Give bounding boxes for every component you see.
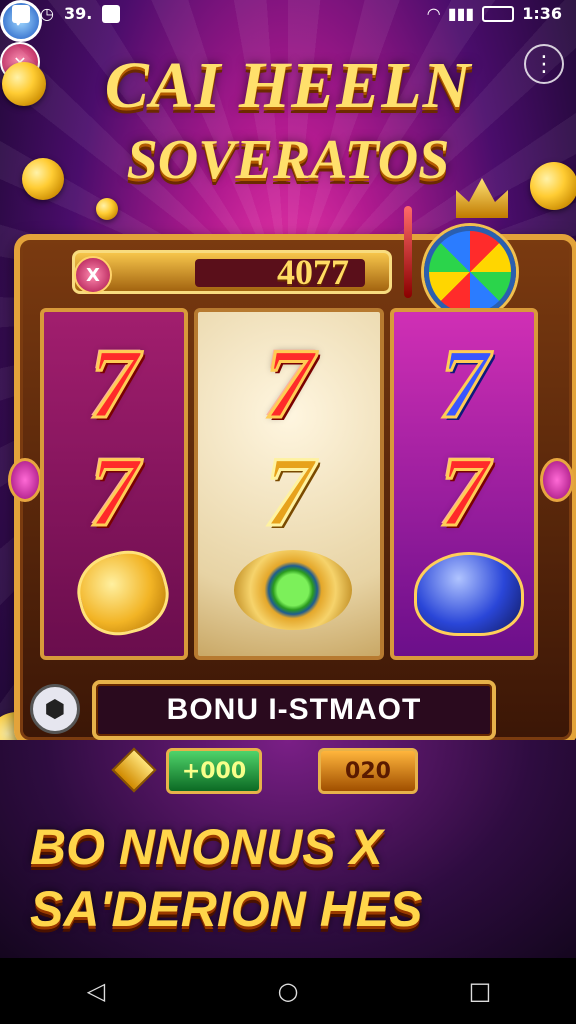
left-side-knob [8,458,42,502]
bet-green-button[interactable]: +000 [166,748,262,794]
seven-symbol: 7 [263,328,316,439]
back-button[interactable]: ◁ [66,971,126,1011]
status-bar: ◷ 39. ◠ ▮▮▮ 1:36 [0,0,576,30]
promo-line2: SA'DERION HES [30,881,423,937]
home-button[interactable]: ○ [258,971,318,1011]
sapphire-symbol [414,552,524,636]
navigation-bar: ◁ ○ □ [0,958,576,1024]
dice-icon: ⬢ [44,695,66,723]
lever-handle[interactable] [404,206,412,298]
photo-icon [102,4,121,23]
game-title-line2: SOVERATOS [126,129,450,191]
battery-icon [482,5,515,22]
fortune-wheel[interactable] [424,226,516,318]
game-title-line1: CAI HEELN [104,49,472,122]
gold-seven-symbol: 7 [263,436,316,547]
reel-center: 7 7 [194,308,384,660]
bonus-panel[interactable]: BONU I-STMAOT [92,680,496,740]
seven-symbol: 7 [88,328,141,439]
status-left-text: 39. [63,4,93,23]
coin-decoration [96,198,118,220]
seven-symbol: 7 [438,436,491,547]
bonus-label: BONU I-STMAOT [166,693,422,726]
signal-icon: ▮▮▮ [447,4,475,23]
gold-coin-symbol [68,541,178,645]
wifi-icon: ◠ [427,4,440,23]
seven-symbol: 7 [88,436,141,547]
status-time: 1:36 [522,4,562,23]
x-icon: X [86,264,100,286]
bet-orange-button[interactable]: 020 [318,748,418,794]
recent-icon: □ [468,977,492,1005]
emerald-symbol [234,550,352,630]
home-icon: ○ [277,977,299,1005]
mail-icon [12,4,30,23]
recent-apps-button[interactable]: □ [450,971,510,1011]
close-x-button[interactable]: X [74,256,112,294]
back-icon: ◁ [86,977,106,1005]
reel-left: 7 7 [40,308,188,660]
clock-icon: ◷ [40,4,54,23]
dice-button[interactable]: ⬢ [30,684,80,734]
score-value: 4077 [277,252,349,292]
right-side-knob [540,458,574,502]
green-value: +000 [181,758,247,784]
reel-right: 7 7 [390,308,538,660]
orange-value: 020 [345,758,391,784]
promo-line1: BO NNONUS X [30,819,383,875]
blue-seven-symbol: 7 [438,328,491,439]
score-display: 4077 [72,250,392,294]
